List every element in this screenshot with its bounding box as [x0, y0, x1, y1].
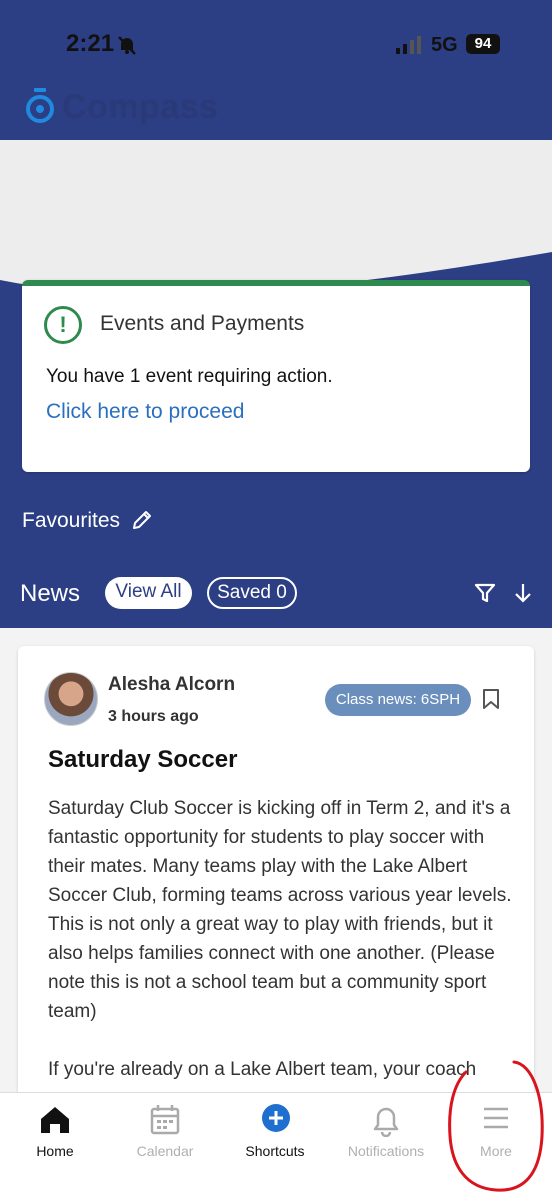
app-header: 2:21 5G 94 Compass [0, 0, 552, 140]
card-message: You have 1 event requiring action. [46, 366, 333, 387]
nav-label: Notifications [347, 1143, 425, 1159]
view-all-button[interactable]: View All [105, 577, 192, 609]
post-time: 3 hours ago [108, 708, 199, 725]
calendar-icon [150, 1105, 180, 1135]
bookmark-icon[interactable] [482, 688, 500, 710]
post-tag[interactable]: Class news: 6SPH [325, 684, 471, 716]
red-annotation-circle [448, 1060, 544, 1192]
nav-calendar[interactable]: Calendar [110, 1093, 220, 1200]
post-body: Saturday Club Soccer is kicking off in T… [48, 798, 512, 1080]
alert-icon: ! [44, 306, 82, 344]
nav-home[interactable]: Home [0, 1093, 110, 1200]
pencil-icon[interactable] [130, 508, 154, 532]
saved-button[interactable]: Saved 0 [207, 577, 297, 609]
bell-icon [373, 1107, 399, 1137]
sort-down-icon[interactable] [512, 582, 534, 604]
nav-notifications[interactable]: Notifications [331, 1093, 441, 1200]
favourites-label: Favourites [22, 509, 121, 532]
proceed-link[interactable]: Click here to proceed [46, 400, 244, 424]
compass-logo-icon [26, 88, 54, 123]
status-time: 2:21 [66, 30, 115, 57]
plus-circle-icon [262, 1104, 290, 1132]
nav-shortcuts[interactable]: Shortcuts [220, 1093, 330, 1200]
signal-icon [396, 36, 421, 54]
network-type: 5G [431, 34, 458, 56]
card-title: Events and Payments [100, 312, 305, 335]
bell-slash-icon [118, 36, 136, 55]
post-author: Alesha Alcorn [108, 674, 236, 695]
home-icon [41, 1107, 69, 1133]
filter-icon[interactable] [474, 582, 496, 604]
avatar [44, 672, 98, 726]
app-logo-text: Compass [62, 88, 219, 126]
nav-label: Home [36, 1143, 74, 1159]
post-title: Saturday Soccer [48, 746, 238, 773]
nav-label: Calendar [136, 1143, 194, 1159]
nav-label: Shortcuts [245, 1143, 305, 1159]
news-heading: News [20, 580, 81, 607]
events-card: ! Events and Payments You have 1 event r… [22, 280, 530, 472]
battery-level: 94 [466, 34, 500, 54]
